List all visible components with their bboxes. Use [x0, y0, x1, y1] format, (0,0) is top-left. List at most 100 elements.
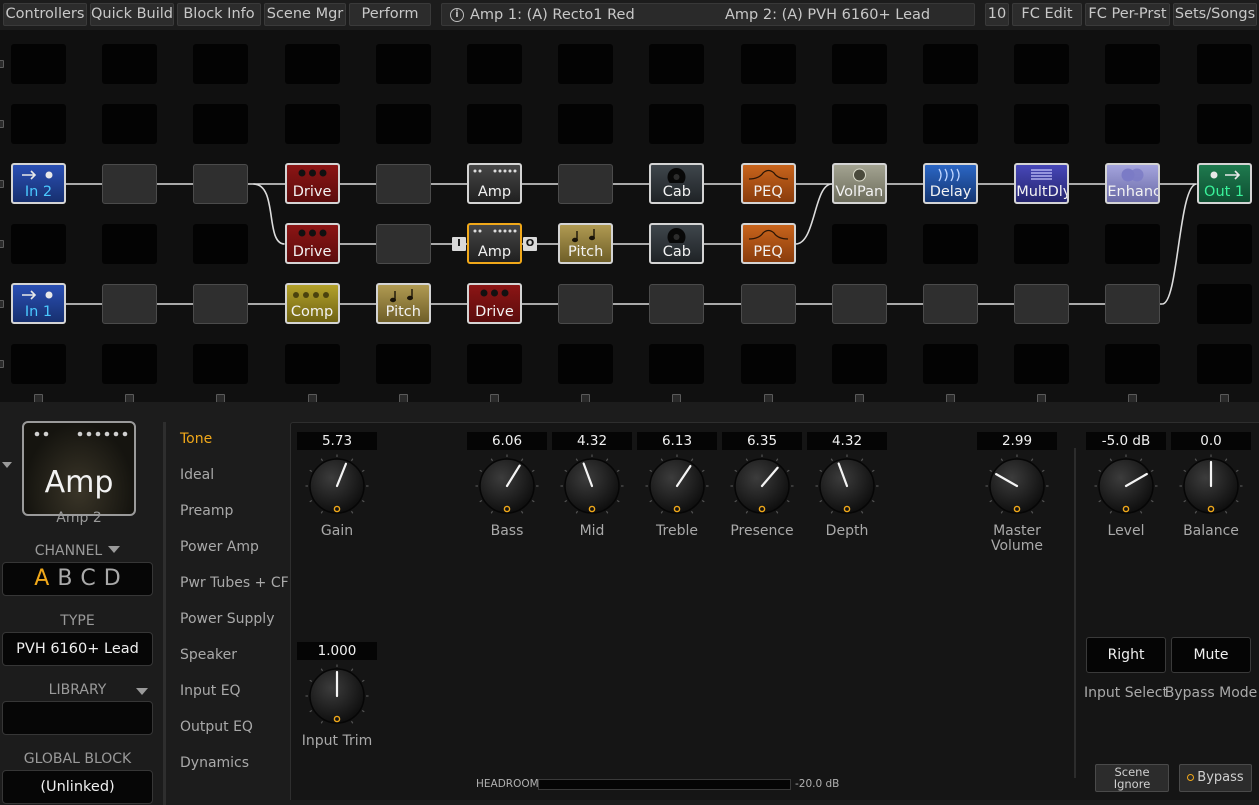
tab-power-amp[interactable]: Power Amp [180, 530, 259, 564]
block-cab[interactable]: Cab [649, 163, 705, 204]
block-multdly[interactable]: MultDly [1014, 163, 1070, 204]
grid-cell[interactable] [558, 104, 614, 144]
knob-value[interactable]: 6.13 [637, 432, 717, 450]
grid-cell[interactable] [11, 344, 66, 384]
grid-cell[interactable] [102, 284, 158, 324]
grid-cell[interactable] [1196, 104, 1252, 144]
collapse-arrow-icon[interactable] [2, 462, 12, 468]
knob-value[interactable]: 6.06 [467, 432, 547, 450]
fc-edit-button[interactable]: FC Edit [1012, 3, 1082, 26]
grid-cell[interactable] [649, 104, 705, 144]
block-in[interactable]: In 2 [11, 163, 66, 204]
block-drive[interactable]: Drive [284, 163, 340, 204]
tab-power-supply[interactable]: Power Supply [180, 602, 275, 636]
knob-dial[interactable] [305, 664, 369, 728]
scene-mgr-button[interactable]: Scene Mgr [264, 3, 346, 26]
tab-output-eq[interactable]: Output EQ [180, 710, 253, 744]
column-marker[interactable] [1128, 394, 1138, 402]
info-icon[interactable]: i [450, 8, 464, 22]
channel-c-button[interactable]: C [80, 566, 95, 591]
tab-pwr-tubes-cf[interactable]: Pwr Tubes + CF [180, 566, 289, 600]
knob-dial[interactable] [1094, 454, 1158, 518]
column-marker[interactable] [763, 394, 773, 402]
tab-dynamics[interactable]: Dynamics [180, 746, 249, 780]
amp-output-tag[interactable]: O [523, 237, 537, 251]
grid-cell[interactable] [923, 224, 978, 264]
global-block-selector[interactable]: (Unlinked) [2, 770, 153, 804]
grid-cell[interactable] [1196, 44, 1252, 84]
grid-cell[interactable] [649, 284, 705, 324]
grid-cell[interactable] [467, 104, 522, 144]
grid-cell[interactable] [1014, 104, 1070, 144]
grid-cell[interactable] [1014, 224, 1070, 264]
grid-cell[interactable] [375, 44, 431, 84]
knob-dial[interactable] [985, 454, 1049, 518]
block-out[interactable]: Out 1 [1196, 163, 1252, 204]
grid-cell[interactable] [1014, 44, 1070, 84]
grid-cell[interactable] [467, 44, 522, 84]
column-marker[interactable] [1219, 394, 1229, 402]
column-marker[interactable] [946, 394, 955, 402]
grid-cell[interactable] [558, 344, 614, 384]
column-marker[interactable] [398, 394, 408, 402]
grid-cell[interactable] [102, 104, 158, 144]
tab-input-eq[interactable]: Input EQ [180, 674, 241, 708]
knob-value[interactable]: 0.0 [1171, 432, 1251, 450]
column-marker[interactable] [672, 394, 682, 402]
knob-value[interactable]: -5.0 dB [1086, 432, 1166, 450]
grid-cell[interactable] [649, 44, 705, 84]
grid-cell[interactable] [193, 104, 249, 144]
column-marker[interactable] [854, 394, 864, 402]
block-amp[interactable]: Amp [467, 223, 522, 264]
grid-cell[interactable] [284, 344, 340, 384]
knob-value[interactable]: 2.99 [977, 432, 1057, 450]
amp-input-tag[interactable]: I [452, 237, 466, 251]
row-marker[interactable] [0, 360, 4, 368]
grid-cell[interactable] [558, 284, 614, 324]
bypass-mode-button[interactable]: Mute [1171, 637, 1251, 673]
grid-cell[interactable] [102, 224, 158, 264]
grid-cell[interactable] [193, 164, 249, 204]
block-pitch[interactable]: Pitch [375, 283, 431, 324]
fc-per-prst-button[interactable]: FC Per-Prst [1085, 3, 1170, 26]
knob-value[interactable]: 4.32 [552, 432, 632, 450]
block-pitch[interactable]: Pitch [558, 223, 614, 264]
channel-a-button[interactable]: A [34, 566, 49, 591]
grid-cell[interactable] [740, 344, 796, 384]
block-amp[interactable]: Amp [467, 163, 522, 204]
grid-cell[interactable] [11, 104, 66, 144]
grid-cell[interactable] [740, 44, 796, 84]
column-marker[interactable] [125, 394, 135, 402]
grid-cell[interactable] [467, 344, 522, 384]
block-in[interactable]: In 1 [11, 283, 66, 324]
grid-cell[interactable] [831, 284, 887, 324]
grid-cell[interactable] [375, 344, 431, 384]
grid-cell[interactable] [1105, 224, 1161, 264]
grid-cell[interactable] [193, 224, 249, 264]
grid-cell[interactable] [11, 224, 66, 264]
preset-number-button[interactable]: 10 [985, 3, 1009, 26]
grid-cell[interactable] [740, 104, 796, 144]
grid-cell[interactable] [375, 224, 431, 264]
column-marker[interactable] [581, 394, 591, 402]
library-title[interactable]: LIBRARY [0, 682, 155, 698]
knob-dial[interactable] [1179, 454, 1243, 518]
column-marker[interactable] [490, 394, 499, 402]
grid-cell[interactable] [923, 44, 978, 84]
knob-dial[interactable] [645, 454, 709, 518]
tab-ideal[interactable]: Ideal [180, 458, 214, 492]
channel-d-button[interactable]: D [104, 566, 121, 591]
block-delay[interactable]: Delay [923, 163, 978, 204]
grid-cell[interactable] [375, 164, 431, 204]
grid-cell[interactable] [923, 284, 978, 324]
library-caret-icon[interactable] [136, 688, 148, 695]
knob-dial[interactable] [815, 454, 879, 518]
grid-cell[interactable] [375, 104, 431, 144]
row-marker[interactable] [0, 240, 4, 248]
grid-cell[interactable] [831, 344, 887, 384]
knob-value[interactable]: 5.73 [297, 432, 377, 450]
grid-cell[interactable] [284, 104, 340, 144]
knob-dial[interactable] [305, 454, 369, 518]
knob-value[interactable]: 4.32 [807, 432, 887, 450]
perform-button[interactable]: Perform [349, 3, 431, 26]
